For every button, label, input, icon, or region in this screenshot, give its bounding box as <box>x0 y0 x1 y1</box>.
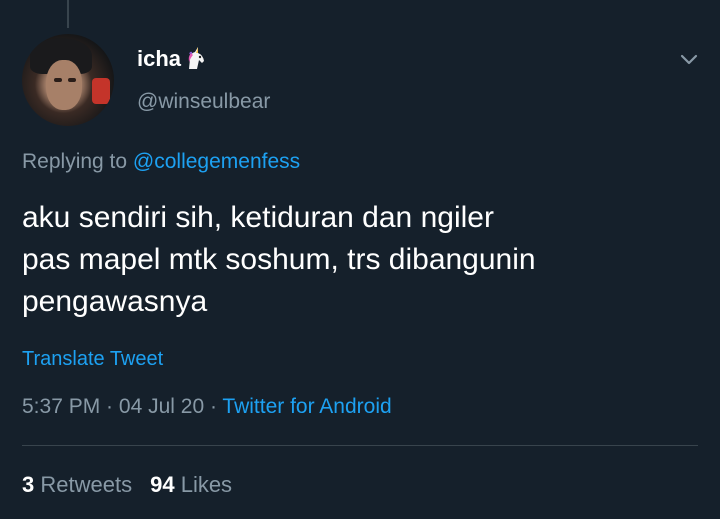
tweet-text: aku sendiri sih, ketiduran dan ngiler pa… <box>22 197 682 323</box>
author-name-row[interactable]: icha <box>137 46 207 72</box>
tweet-text-line: pas mapel mtk soshum, trs dibangunin <box>22 243 536 276</box>
divider <box>22 445 698 446</box>
tweet-text-line: aku sendiri sih, ketiduran dan ngiler <box>22 201 494 234</box>
avatar[interactable] <box>22 34 114 126</box>
author-handle[interactable]: @winseulbear <box>137 90 270 114</box>
tweet-stats: 3 Retweets 94 Likes <box>22 472 232 498</box>
tweet-text-line: pengawasnya <box>22 285 208 318</box>
translate-tweet-link[interactable]: Translate Tweet <box>22 348 163 371</box>
unicorn-icon <box>185 47 207 71</box>
tweet-source-link[interactable]: Twitter for Android <box>222 395 391 418</box>
chevron-down-icon[interactable] <box>679 52 699 68</box>
thread-connector-line <box>67 0 69 28</box>
likes-count: 94 <box>150 472 175 497</box>
replying-prefix: Replying to <box>22 150 128 173</box>
reply-mention-link[interactable]: @collegemenfess <box>133 150 300 173</box>
retweets-label: Retweets <box>40 472 133 497</box>
tweet-date[interactable]: 04 Jul 20 <box>119 395 204 418</box>
author-display-name[interactable]: icha <box>137 46 181 72</box>
likes-stat[interactable]: 94 Likes <box>150 472 232 497</box>
meta-separator: · <box>100 395 119 418</box>
meta-separator: · <box>204 395 223 418</box>
replying-to: Replying to @collegemenfess <box>22 150 300 174</box>
likes-label: Likes <box>180 472 233 497</box>
retweets-count: 3 <box>22 472 35 497</box>
tweet-time[interactable]: 5:37 PM <box>22 395 100 418</box>
tweet-meta: 5:37 PM · 04 Jul 20 · Twitter for Androi… <box>22 395 392 419</box>
retweets-stat[interactable]: 3 Retweets <box>22 472 132 497</box>
